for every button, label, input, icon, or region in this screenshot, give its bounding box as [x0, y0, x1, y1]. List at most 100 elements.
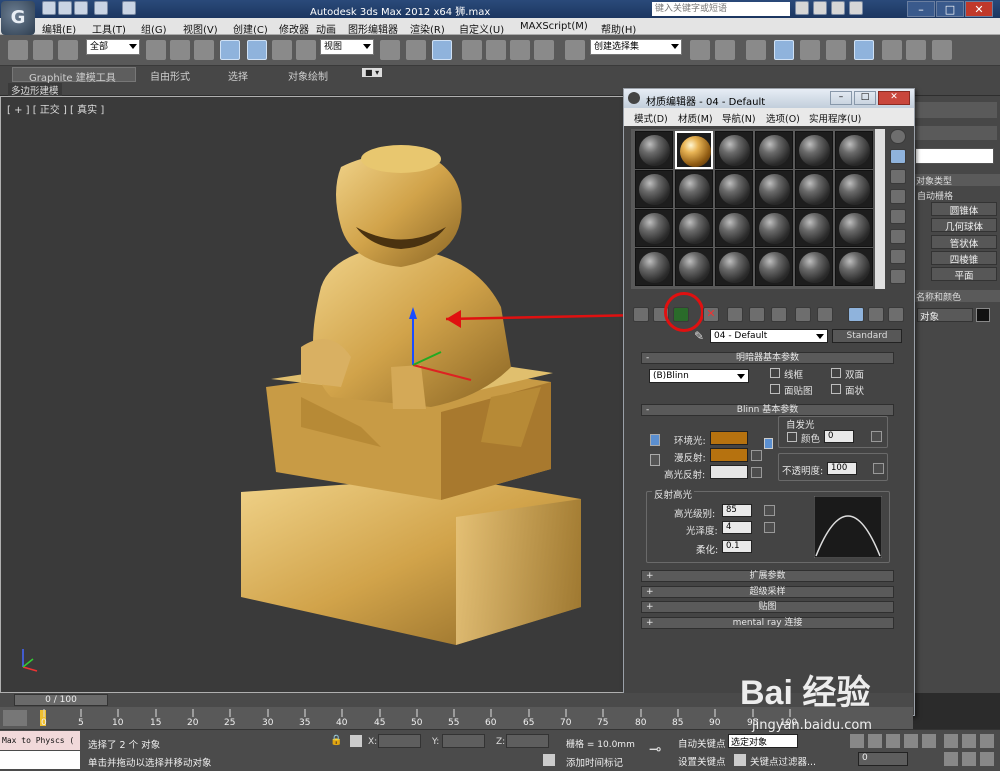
align-icon[interactable] — [715, 40, 735, 60]
select-move-icon[interactable] — [247, 40, 267, 60]
backlight-icon[interactable] — [890, 149, 906, 164]
sample-slot[interactable] — [795, 170, 833, 208]
mated-menu-material[interactable]: 材质(M) — [678, 111, 713, 125]
tube-button[interactable]: 管状体 — [931, 235, 997, 250]
tab-freeform[interactable]: 自由形式 — [150, 68, 190, 83]
window-crossing-icon[interactable] — [220, 40, 240, 60]
sample-slot[interactable] — [675, 170, 713, 208]
mated-maximize-button[interactable]: □ — [854, 91, 876, 105]
menu-views[interactable]: 视图(V) — [183, 21, 218, 36]
time-slider-thumb[interactable]: 0 / 100 — [14, 694, 108, 706]
go-forward-sibling-icon[interactable] — [868, 307, 884, 322]
show-end-result-icon[interactable] — [817, 307, 833, 322]
shader-params-rollout[interactable]: - 明暗器基本参数 — [641, 352, 894, 364]
zoom-icon[interactable] — [944, 734, 958, 748]
menu-tools[interactable]: 工具(T) — [92, 21, 126, 36]
maxscript-output[interactable] — [0, 751, 80, 769]
save-icon[interactable] — [74, 1, 88, 15]
menu-graph-editors[interactable]: 图形编辑器 — [348, 21, 398, 36]
pyramid-button[interactable]: 四棱锥 — [931, 251, 997, 266]
wire-checkbox[interactable] — [770, 368, 780, 378]
pan-icon[interactable] — [962, 752, 976, 766]
glossiness-map-button[interactable] — [764, 522, 775, 533]
bind-space-warp-icon[interactable] — [58, 40, 78, 60]
go-to-parent-icon[interactable] — [848, 307, 864, 322]
extended-params-rollout[interactable]: + 扩展参数 — [641, 570, 894, 582]
menu-customize[interactable]: 自定义(U) — [459, 21, 504, 36]
angle-snap-icon[interactable] — [486, 40, 506, 60]
mated-minimize-button[interactable]: – — [830, 91, 852, 105]
sample-slot[interactable] — [835, 170, 873, 208]
tab-graphite[interactable]: Graphite 建模工具 — [12, 67, 136, 84]
two-sided-checkbox[interactable] — [831, 368, 841, 378]
lock-maps-icon[interactable] — [764, 438, 773, 449]
sample-type-icon[interactable] — [890, 129, 906, 144]
sample-slot[interactable] — [635, 209, 673, 247]
sample-slot[interactable] — [715, 131, 753, 169]
zoom-all-icon[interactable] — [962, 734, 976, 748]
time-tag-icon[interactable] — [543, 754, 555, 766]
put-to-library-icon[interactable] — [749, 307, 765, 322]
goto-end-icon[interactable] — [922, 734, 936, 748]
blinn-params-rollout[interactable]: - Blinn 基本参数 — [641, 404, 894, 416]
shader-dropdown[interactable]: (B)Blinn — [649, 369, 749, 383]
ribbon-subtab-polygon-modeling[interactable]: 多边形建模 — [8, 83, 62, 97]
reset-map-icon[interactable]: ✕ — [703, 307, 719, 322]
fov-icon[interactable] — [944, 752, 958, 766]
mated-menu-options[interactable]: 选项(O) — [766, 111, 800, 125]
slots-scrollbar[interactable] — [875, 129, 885, 289]
keyboard-shortcut-icon[interactable] — [432, 40, 452, 60]
play-icon[interactable] — [886, 734, 900, 748]
sample-slot[interactable] — [835, 209, 873, 247]
object-name-field[interactable]: 对象 — [917, 308, 973, 323]
show-map-icon[interactable] — [795, 307, 811, 322]
curve-editor-icon[interactable] — [800, 40, 820, 60]
face-map-checkbox[interactable] — [770, 384, 780, 394]
opacity-map-button[interactable] — [873, 463, 884, 474]
star-icon[interactable] — [831, 1, 845, 15]
next-frame-icon[interactable] — [904, 734, 918, 748]
sample-slot[interactable] — [635, 248, 673, 286]
spec-level-spinner[interactable]: 85 — [722, 504, 752, 517]
goto-start-icon[interactable] — [850, 734, 864, 748]
menu-edit[interactable]: 编辑(E) — [42, 21, 76, 36]
mated-close-button[interactable]: ✕ — [878, 91, 910, 105]
opacity-spinner[interactable]: 100 — [827, 462, 857, 475]
key-icon[interactable]: ⊸ — [649, 740, 662, 758]
pivot-center-icon[interactable] — [380, 40, 400, 60]
material-name-field[interactable]: 04 - Default — [710, 329, 828, 343]
key-icon[interactable] — [813, 1, 827, 15]
specular-color-swatch[interactable] — [710, 465, 748, 479]
sample-slot-active[interactable] — [675, 131, 713, 169]
select-rotate-icon[interactable] — [272, 40, 292, 60]
sample-slot[interactable] — [755, 170, 793, 208]
diffuse-color-swatch[interactable] — [710, 448, 748, 462]
sample-slot[interactable] — [675, 209, 713, 247]
menu-rendering[interactable]: 渲染(R) — [410, 21, 445, 36]
percent-snap-icon[interactable] — [510, 40, 530, 60]
sample-slot[interactable] — [755, 131, 793, 169]
lock-ambient-diffuse-icon[interactable] — [650, 434, 660, 446]
name-color-rollout[interactable]: 名称和颜色 — [913, 290, 1000, 303]
select-scale-icon[interactable] — [296, 40, 316, 60]
named-selection-dropdown[interactable]: 创建选择集 — [590, 39, 682, 55]
uv-tiling-icon[interactable] — [890, 189, 906, 204]
mated-menu-modes[interactable]: 模式(D) — [634, 111, 668, 125]
rect-region-icon[interactable] — [194, 40, 214, 60]
object-category-dropdown[interactable] — [915, 148, 994, 164]
sample-slot[interactable] — [795, 131, 833, 169]
select-manipulate-icon[interactable] — [406, 40, 426, 60]
plane-button[interactable]: 平面 — [931, 267, 997, 282]
material-type-button[interactable]: Standard — [832, 329, 902, 343]
material-map-navigator-icon[interactable] — [888, 307, 904, 322]
z-coordinate-field[interactable] — [506, 734, 549, 748]
select-by-name-icon[interactable] — [170, 40, 190, 60]
make-preview-icon[interactable] — [890, 229, 906, 244]
spinner-snap-icon[interactable] — [534, 40, 554, 60]
sample-slot[interactable] — [755, 209, 793, 247]
layer-manager-icon[interactable] — [746, 40, 766, 60]
lock-diffuse-specular-icon[interactable] — [650, 454, 660, 466]
tab-object-paint[interactable]: 对象绘制 — [288, 68, 328, 83]
diffuse-map-button[interactable] — [751, 450, 762, 461]
set-key-button[interactable]: 设置关键点 — [678, 754, 726, 768]
